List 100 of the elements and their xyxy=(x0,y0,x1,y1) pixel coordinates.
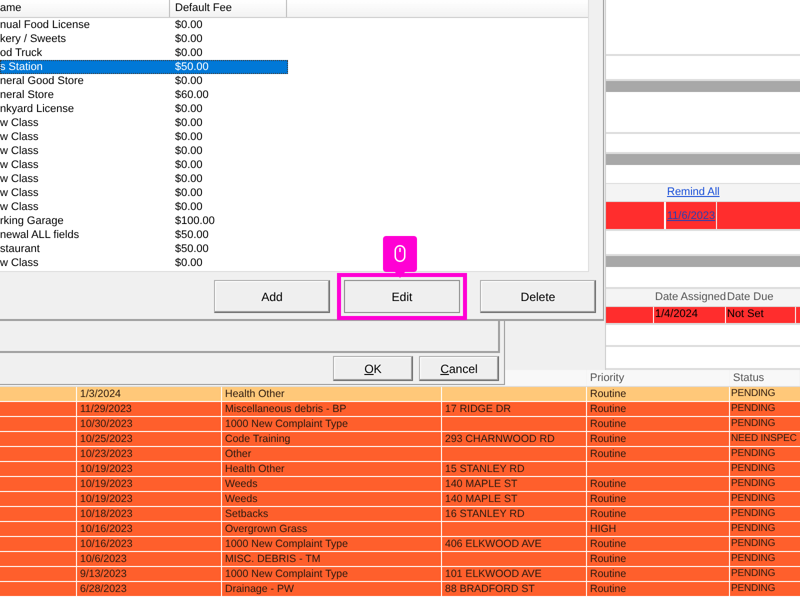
list-row[interactable]: w Class $0.00 xyxy=(0,186,288,200)
list-row[interactable]: w Class $0.00 xyxy=(0,130,288,144)
complaint-row[interactable]: 10/25/2023 Code Training 293 CHARNWOOD RD Routine NEED INSPEC xyxy=(0,432,800,447)
table-cell: 10/19/2023 xyxy=(77,477,222,491)
table-cell-text: PENDING xyxy=(730,507,776,521)
table-cell: Not Set xyxy=(726,307,796,323)
list-row[interactable]: staurant $50.00 xyxy=(0,242,288,256)
complaint-row[interactable]: 10/19/2023 Weeds 140 MAPLE ST Routine PENDING xyxy=(0,477,800,492)
table-cell: 293 CHARNWOOD RD xyxy=(442,432,587,446)
complaint-row[interactable]: 10/18/2023 Setbacks 16 STANLEY RD Routine PENDING xyxy=(0,507,800,522)
list-row[interactable]: rking Garage $100.00 xyxy=(0,214,288,228)
table-cell: Routine xyxy=(587,447,730,461)
table-cell-text: PENDING xyxy=(730,462,776,476)
table-cell-text: PENDING xyxy=(730,387,776,401)
complaint-row[interactable]: 10/23/2023 Other Routine PENDING xyxy=(0,447,800,462)
list-row[interactable]: w Class $0.00 xyxy=(0,158,288,172)
column-header: Date Assigned xyxy=(654,289,726,306)
table-cell: 101 ELKWOOD AVE xyxy=(442,567,587,581)
table-cell-text: PENDING xyxy=(730,492,776,506)
table-cell: 1000 New Complaint Type xyxy=(222,537,442,551)
column-header: Status xyxy=(730,370,800,386)
table-cell: Routine xyxy=(587,537,730,551)
table-cell: 10/19/2023 xyxy=(77,492,222,506)
complaint-row[interactable]: 10/16/2023 Overgrown Grass HIGH PENDING xyxy=(0,522,800,537)
table-cell-text: PENDING xyxy=(730,447,776,461)
table-cell: Routine xyxy=(587,582,730,596)
table-cell-text: PENDING xyxy=(730,567,776,581)
list-row[interactable]: nkyard License $0.00 xyxy=(0,102,288,116)
list-row[interactable]: od Truck $0.00 xyxy=(0,46,288,60)
complaint-row[interactable]: 10/19/2023 Weeds 140 MAPLE ST Routine PENDING xyxy=(0,492,800,507)
remind-all-link[interactable]: Remind All xyxy=(667,186,720,198)
table-cell: Routine xyxy=(587,567,730,581)
list-action-button[interactable]: Edit xyxy=(337,273,467,320)
table-cell: Routine xyxy=(587,492,730,506)
table-cell: 406 ELKWOOD AVE xyxy=(442,537,587,551)
list-row[interactable]: neral Store $60.00 xyxy=(0,88,288,102)
table-cell: Routine xyxy=(587,402,730,416)
table-cell: 10/19/2023 xyxy=(77,462,222,476)
list-row[interactable]: w Class $0.00 xyxy=(0,116,288,130)
complaint-row[interactable]: 10/19/2023 Health Other 15 STANLEY RD PENDING xyxy=(0,462,800,477)
complaint-row[interactable]: 11/29/2023 Miscellaneous debris - BP 17 RIDGE DR Routine PENDING xyxy=(0,402,800,417)
list-row[interactable]: w Class $0.00 xyxy=(0,172,288,186)
table-cell: 88 BRADFORD ST xyxy=(442,582,587,596)
list-row[interactable]: kery / Sweets $0.00 xyxy=(0,32,288,46)
table-cell: 15 STANLEY RD xyxy=(442,462,587,476)
table-cell-text: PENDING xyxy=(730,582,776,596)
table-cell: 10/25/2023 xyxy=(77,432,222,446)
table-cell: Health Other xyxy=(222,462,442,476)
table-cell: Routine xyxy=(587,507,730,521)
list-row[interactable]: w Class $0.00 xyxy=(0,256,288,270)
table-cell: Setbacks xyxy=(222,507,442,521)
table-cell: 10/16/2023 xyxy=(77,537,222,551)
table-cell: 11/29/2023 xyxy=(77,402,222,416)
table-cell: 1000 New Complaint Type xyxy=(222,417,442,431)
table-cell: Routine xyxy=(587,387,730,401)
complaint-row[interactable]: 9/13/2023 1000 New Complaint Type 101 ELKWOOD AVE Routine PENDING xyxy=(0,567,800,582)
table-cell: 16 STANLEY RD xyxy=(442,507,587,521)
table-cell: Overgrown Grass xyxy=(222,522,442,536)
table-cell-text: PENDING xyxy=(730,477,776,491)
table-cell: HIGH xyxy=(587,522,730,536)
table-cell: Other xyxy=(222,447,442,461)
dialog-button[interactable]: OK xyxy=(333,356,413,381)
complaint-row[interactable]: 6/28/2023 Drainage - PW 88 BRADFORD ST Routine PENDING xyxy=(0,582,800,597)
list-row[interactable]: nual Food License $0.00 xyxy=(0,18,288,32)
complaint-row[interactable]: 1/3/2024 Health Other Routine PENDING xyxy=(0,387,800,402)
table-cell: Routine xyxy=(587,432,730,446)
table-cell: 6/28/2023 xyxy=(77,582,222,596)
table-cell: 10/16/2023 xyxy=(77,522,222,536)
complaint-row[interactable]: 10/16/2023 1000 New Complaint Type 406 ELKWOOD AVE Routine PENDING xyxy=(0,537,800,552)
complaint-row[interactable]: 10/6/2023 MISC. DEBRIS - TM Routine PENDING xyxy=(0,552,800,567)
table-cell-text: NEED INSPEC xyxy=(730,432,798,446)
table-cell: Routine xyxy=(587,477,730,491)
table-cell: 10/30/2023 xyxy=(77,417,222,431)
table-cell-text: PENDING xyxy=(730,552,776,566)
table-cell: 10/18/2023 xyxy=(77,507,222,521)
list-row[interactable]: newal ALL fields $50.00 xyxy=(0,228,288,242)
column-header[interactable]: Default Fee xyxy=(170,0,287,17)
table-cell-text: PENDING xyxy=(730,417,776,431)
table-cell: Weeds xyxy=(222,492,442,506)
list-action-button[interactable]: Add xyxy=(214,280,330,313)
table-cell: Weeds xyxy=(222,477,442,491)
table-cell: 10/6/2023 xyxy=(77,552,222,566)
list-row[interactable]: w Class $0.00 xyxy=(0,200,288,214)
table-cell-text: PENDING xyxy=(730,522,776,536)
table-cell: Drainage - PW xyxy=(222,582,442,596)
list-action-button[interactable]: Delete xyxy=(480,280,596,313)
table-cell: Miscellaneous debris - BP xyxy=(222,402,442,416)
column-header[interactable]: ame xyxy=(0,0,170,17)
list-row[interactable]: w Class $0.00 xyxy=(0,144,288,158)
list-row[interactable]: neral Good Store $0.00 xyxy=(0,74,288,88)
table-cell: 9/13/2023 xyxy=(77,567,222,581)
dialog-button[interactable]: Cancel xyxy=(419,356,499,381)
complaint-row[interactable]: 10/30/2023 1000 New Complaint Type Routine PENDING xyxy=(0,417,800,432)
table-cell: Health Other xyxy=(222,387,442,401)
table-cell: Routine xyxy=(587,417,730,431)
column-header: Priority xyxy=(587,370,730,386)
table-cell: 1000 New Complaint Type xyxy=(222,567,442,581)
table-cell: Code Training xyxy=(222,432,442,446)
table-cell: 1/4/2024 xyxy=(654,307,726,323)
table-cell: 17 RIDGE DR xyxy=(442,402,587,416)
